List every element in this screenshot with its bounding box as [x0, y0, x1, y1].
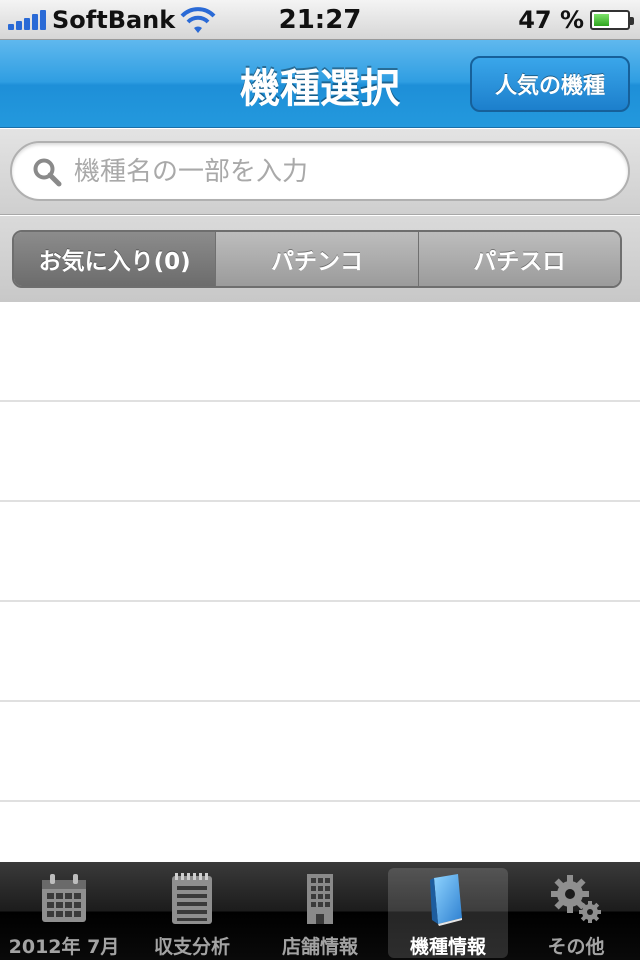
tab-label: 収支分析: [153, 936, 230, 958]
calendar-icon: [42, 874, 86, 922]
search-bar: [0, 129, 640, 215]
search-icon: [33, 158, 62, 187]
status-bar: SoftBank 21:27 47 %: [0, 0, 640, 40]
list-item: [0, 402, 640, 502]
notepad-icon: [172, 873, 212, 924]
segment-favorites[interactable]: お気に入り(0): [14, 232, 216, 286]
gears-icon: [551, 875, 601, 923]
model-list: [0, 302, 640, 862]
tab-model-info[interactable]: 機種情報: [384, 862, 512, 960]
battery-percent: 47 %: [518, 6, 584, 34]
tab-calendar[interactable]: 2012年 7月: [0, 862, 128, 960]
tab-balance-analysis[interactable]: 収支分析: [128, 862, 256, 960]
popular-models-button[interactable]: 人気の機種: [470, 56, 630, 112]
building-icon: [307, 874, 333, 924]
list-item: [0, 602, 640, 702]
tab-label: 店舗情報: [281, 936, 358, 958]
search-input[interactable]: [74, 153, 614, 191]
navigation-bar: 機種選択 人気の機種: [0, 40, 640, 128]
list-item: [0, 702, 640, 802]
category-filter-bar: お気に入り(0) パチンコ パチスロ: [0, 216, 640, 302]
list-item: [0, 302, 640, 402]
tab-store-info[interactable]: 店舗情報: [256, 862, 384, 960]
segment-pachinko[interactable]: パチンコ: [215, 232, 418, 286]
tab-label: 2012年 7月: [8, 936, 120, 958]
search-field[interactable]: [10, 141, 630, 201]
segment-pachislot[interactable]: パチスロ: [417, 232, 620, 286]
battery-level-fill: [594, 14, 609, 26]
tab-bar: 2012年 7月 収支分析 店舗情報 機種情報 その他: [0, 862, 640, 960]
tab-label: その他: [547, 936, 605, 958]
tab-label: 機種情報: [409, 936, 486, 958]
battery-icon: [590, 10, 634, 30]
tab-other[interactable]: その他: [512, 862, 640, 960]
list-item: [0, 502, 640, 602]
segmented-control: お気に入り(0) パチンコ パチスロ: [12, 230, 622, 288]
book-icon: [430, 874, 462, 926]
